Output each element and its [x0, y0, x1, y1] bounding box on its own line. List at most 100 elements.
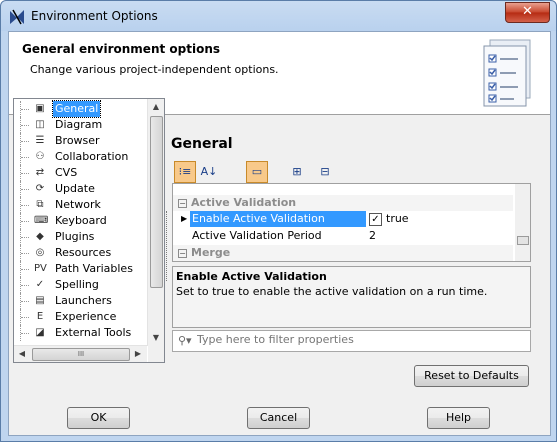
- tree-item-label: CVS: [55, 166, 78, 179]
- tree-item-collaboration[interactable]: ⚇ Collaboration: [14, 149, 148, 165]
- collaboration-icon: ⚇: [35, 151, 45, 162]
- launchers-icon: ▤: [35, 295, 45, 306]
- window-title: Environment Options: [31, 9, 158, 23]
- search-icon: ⚲▾: [178, 334, 192, 347]
- tree-guide-line: [20, 149, 33, 165]
- header-subtitle: Change various project-independent optio…: [30, 63, 279, 76]
- tree-item-label: Resources: [55, 246, 112, 259]
- tree-item-browser[interactable]: ☰ Browser: [14, 133, 148, 149]
- tree-item-resources[interactable]: ◎ Resources: [14, 245, 148, 261]
- tree-item-label: External Tools: [55, 326, 132, 339]
- update-icon: ⟳: [35, 183, 45, 194]
- tree-item-cvs[interactable]: ⇄ CVS: [14, 165, 148, 181]
- property-value[interactable]: 2: [369, 228, 376, 244]
- property-name[interactable]: Active Validation Period (seconds): [190, 228, 366, 258]
- tree-vertical-scrollbar[interactable]: ▲ ▼: [147, 99, 164, 346]
- tree-guide-line: [20, 197, 33, 213]
- tree-item-label: Collaboration: [55, 150, 129, 163]
- tree-item-label: General: [51, 100, 102, 118]
- tree-item-label: Spelling: [55, 278, 99, 291]
- show-description-icon[interactable]: ▭: [246, 161, 268, 183]
- tree-item-label: Network: [55, 198, 101, 211]
- path-variables-icon: PV: [34, 263, 47, 274]
- tree-guide-line: [20, 165, 33, 181]
- tree-guide-line: [20, 277, 33, 293]
- property-row-enable-active-validation[interactable]: ▶ Enable Active Validation ✓ true: [173, 211, 513, 227]
- scrollbar-thumb[interactable]: [150, 116, 163, 288]
- tree-item-experience[interactable]: E Experience: [14, 309, 148, 325]
- options-tree[interactable]: ▣ General ◫ Diagram ☰ Browser ⚇ Collaboration ⇄ C…: [13, 98, 165, 363]
- reset-to-defaults-button[interactable]: Reset to Defaults: [414, 365, 529, 387]
- property-grid-scrollbar[interactable]: [515, 184, 530, 261]
- horizontal-scrollbar-thumb[interactable]: III: [32, 348, 130, 361]
- scroll-up-arrow-icon[interactable]: ▲: [149, 99, 163, 115]
- tree-guide-line: [20, 133, 33, 149]
- property-row-partial: [173, 184, 513, 193]
- category-active-validation[interactable]: − Active Validation: [173, 195, 513, 211]
- tree-item-label: Browser: [55, 134, 100, 147]
- keyboard-icon: ⌨: [34, 215, 49, 226]
- property-filter-input[interactable]: [197, 333, 517, 346]
- collapse-icon[interactable]: −: [178, 249, 187, 258]
- property-name[interactable]: Enable Active Validation: [190, 211, 366, 227]
- tree-item-label: Diagram: [55, 118, 103, 131]
- property-grid[interactable]: − Active Validation ▶ Enable Active Vali…: [172, 183, 531, 262]
- collapse-all-icon[interactable]: ⊟: [314, 161, 336, 183]
- expand-all-icon[interactable]: ⊞: [286, 161, 308, 183]
- category-merge[interactable]: − Merge: [173, 245, 513, 261]
- diagram-icon: ◫: [35, 119, 45, 130]
- collapse-icon[interactable]: −: [178, 199, 187, 208]
- external-tools-icon: ◪: [35, 327, 45, 338]
- app-icon: [10, 9, 24, 25]
- tree-item-label: Keyboard: [55, 214, 107, 227]
- tree-item-keyboard[interactable]: ⌨ Keyboard: [14, 213, 148, 229]
- property-filter-box[interactable]: ⚲▾: [172, 330, 531, 352]
- cancel-button[interactable]: Cancel: [247, 407, 310, 429]
- cvs-icon: ⇄: [35, 167, 45, 178]
- header-title: General environment options: [22, 42, 221, 56]
- close-button[interactable]: ✕: [505, 2, 550, 23]
- tree-item-label: Plugins: [55, 230, 95, 243]
- general-icon: ▣: [35, 103, 45, 114]
- tree-item-external-tools[interactable]: ◪ External Tools: [14, 325, 148, 341]
- title-bar[interactable]: Environment Options ✕: [1, 1, 556, 31]
- tree-item-label: Update: [55, 182, 95, 195]
- tree-item-path-variables[interactable]: PV Path Variables: [14, 261, 148, 277]
- enable-active-validation-checkbox[interactable]: ✓: [369, 213, 382, 226]
- categorized-view-icon[interactable]: ⁝≡: [174, 161, 196, 183]
- environment-options-window: Environment Options ✕ General environmen…: [0, 0, 557, 442]
- tree-item-general[interactable]: ▣ General: [14, 100, 148, 118]
- help-button[interactable]: Help: [427, 407, 490, 429]
- network-icon: ⧉: [36, 199, 44, 210]
- scrollbar-corner: [148, 346, 164, 362]
- tree-item-launchers[interactable]: ▤ Launchers: [14, 293, 148, 309]
- panel-splitter[interactable]: [166, 211, 170, 281]
- tree-guide-line: [20, 309, 33, 325]
- tree-item-network[interactable]: ⧉ Network: [14, 197, 148, 213]
- tree-item-plugins[interactable]: ◆ Plugins: [14, 229, 148, 245]
- description-text: Set to true to enable the active validat…: [176, 285, 488, 298]
- scroll-left-arrow-icon[interactable]: ◀: [15, 346, 29, 362]
- tree-item-label: Experience: [55, 310, 117, 323]
- property-description-panel: Enable Active Validation Set to true to …: [172, 266, 531, 328]
- scrollbar-thumb[interactable]: [517, 236, 529, 245]
- tree-guide-line: [20, 181, 33, 197]
- tree-guide-line: [20, 245, 33, 261]
- property-value: true: [386, 212, 409, 225]
- property-row-active-validation-period[interactable]: Active Validation Period (seconds) 2: [173, 228, 513, 258]
- ok-button[interactable]: OK: [67, 407, 130, 429]
- scroll-down-arrow-icon[interactable]: ▼: [149, 330, 163, 346]
- tree-guide-line: [20, 325, 33, 341]
- browser-icon: ☰: [35, 135, 45, 146]
- tree-item-diagram[interactable]: ◫ Diagram: [14, 117, 148, 133]
- tree-guide-line: [20, 229, 33, 245]
- resources-icon: ◎: [35, 247, 45, 258]
- tree-horizontal-scrollbar[interactable]: ◀ III ▶: [14, 345, 147, 362]
- options-document-icon: [483, 39, 531, 107]
- tree-guide-line: [20, 261, 33, 277]
- tree-item-spelling[interactable]: ✓ Spelling: [14, 277, 148, 293]
- tree-item-update[interactable]: ⟳ Update: [14, 181, 148, 197]
- sort-alphabetical-icon[interactable]: A↓: [198, 161, 220, 183]
- tree-guide-line: [20, 117, 33, 133]
- scroll-right-arrow-icon[interactable]: ▶: [131, 346, 145, 362]
